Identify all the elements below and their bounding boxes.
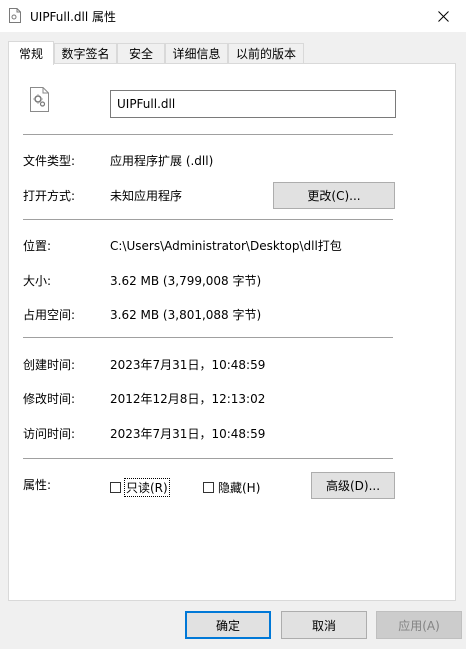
- cancel-button-label: 取消: [311, 618, 336, 633]
- opens-with-value: 未知应用程序: [110, 189, 183, 203]
- readonly-checkbox-box[interactable]: [110, 482, 121, 493]
- size-value: 3.62 MB (3,799,008 字节): [110, 274, 262, 288]
- created-label: 创建时间:: [23, 358, 76, 372]
- opens-with-label: 打开方式:: [23, 189, 76, 203]
- advanced-button-label: 高级(D)...: [325, 479, 381, 493]
- tab-label: 安全: [128, 47, 153, 61]
- location-label: 位置:: [23, 239, 52, 253]
- divider: [23, 134, 393, 135]
- readonly-label: 只读(R): [124, 478, 170, 497]
- tab-label: 常规: [18, 47, 43, 61]
- created-value: 2023年7月31日，10:48:59: [110, 358, 266, 372]
- tab-label: 数字签名: [61, 47, 110, 61]
- accessed-label: 访问时间:: [23, 427, 76, 441]
- tab-previous-versions[interactable]: 以前的版本: [228, 43, 304, 63]
- apply-button-label: 应用(A): [398, 618, 440, 633]
- ok-button-label: 确定: [215, 618, 240, 633]
- size-label: 大小:: [23, 274, 52, 288]
- modified-label: 修改时间:: [23, 392, 76, 406]
- change-button-label: 更改(C)...: [307, 189, 361, 203]
- size-on-disk-value: 3.62 MB (3,801,088 字节): [110, 308, 262, 322]
- readonly-checkbox[interactable]: 只读(R): [110, 478, 170, 497]
- dll-gear-file-icon: [30, 87, 49, 112]
- attributes-label: 属性:: [23, 478, 52, 492]
- tab-label: 详细信息: [172, 47, 221, 61]
- tab-security[interactable]: 安全: [117, 43, 165, 63]
- close-button[interactable]: [420, 0, 466, 32]
- size-on-disk-label: 占用空间:: [23, 308, 76, 322]
- divider: [23, 337, 393, 338]
- location-value: C:\Users\Administrator\Desktop\dll打包: [110, 239, 342, 253]
- file-type-label: 文件类型:: [23, 154, 76, 168]
- modified-value: 2012年12月8日，12:13:02: [110, 392, 266, 406]
- window-title: UIPFull.dll 属性: [30, 10, 116, 24]
- hidden-checkbox-box[interactable]: [203, 482, 214, 493]
- apply-button[interactable]: 应用(A): [376, 611, 462, 639]
- change-button[interactable]: 更改(C)...: [273, 182, 395, 209]
- tab-digital-signatures[interactable]: 数字签名: [54, 43, 117, 63]
- general-panel: 文件类型: 应用程序扩展 (.dll) 打开方式: 未知应用程序 更改(C)..…: [8, 63, 456, 601]
- tab-general[interactable]: 常规: [8, 41, 54, 65]
- close-icon: [437, 10, 449, 22]
- cancel-button[interactable]: 取消: [281, 611, 367, 639]
- tab-details[interactable]: 详细信息: [165, 43, 228, 63]
- title-bar: UIPFull.dll 属性: [0, 0, 466, 32]
- filename-field[interactable]: [110, 90, 396, 118]
- ok-button[interactable]: 确定: [185, 611, 271, 639]
- file-type-value: 应用程序扩展 (.dll): [110, 154, 214, 168]
- tab-label: 以前的版本: [235, 47, 296, 61]
- hidden-label: 隐藏(H): [218, 481, 261, 495]
- hidden-checkbox[interactable]: 隐藏(H): [203, 479, 260, 496]
- advanced-button[interactable]: 高级(D)...: [311, 472, 395, 499]
- divider: [23, 219, 393, 220]
- accessed-value: 2023年7月31日，10:48:59: [110, 427, 266, 441]
- document-icon: [9, 8, 21, 23]
- divider: [23, 458, 393, 459]
